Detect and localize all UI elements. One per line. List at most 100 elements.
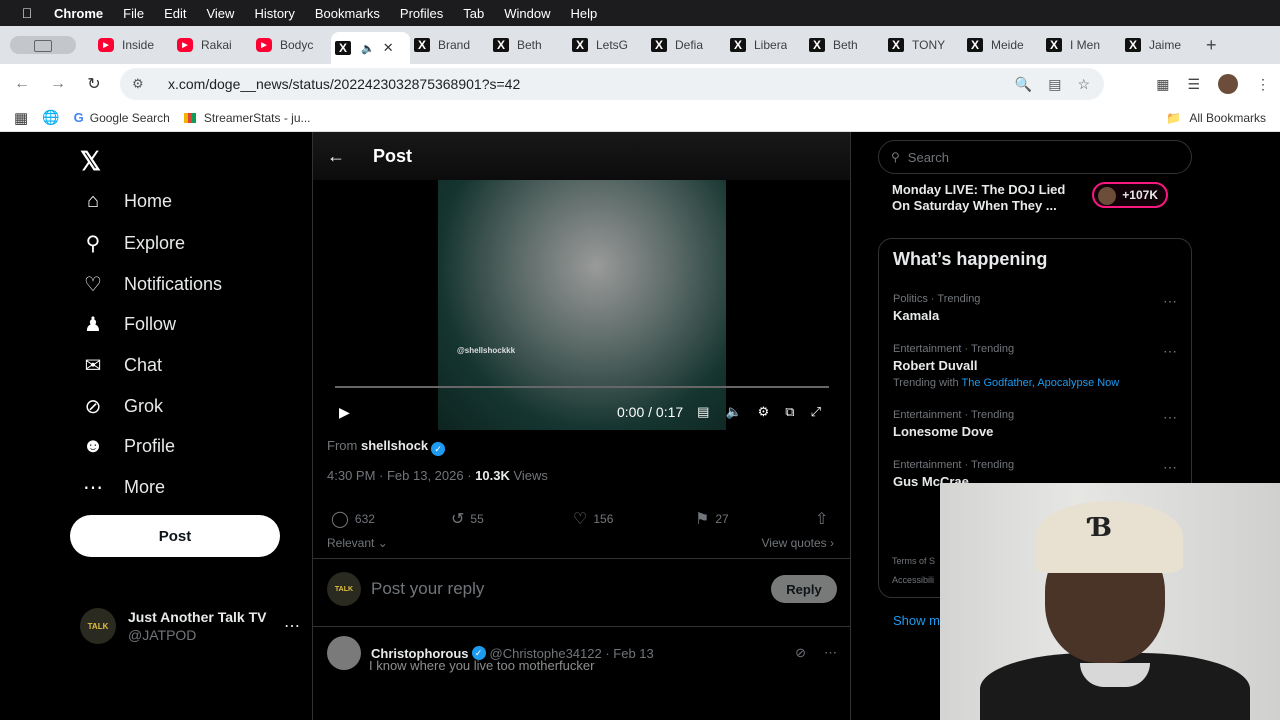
all-bookmarks[interactable]: 📁 All Bookmarks (1166, 111, 1266, 125)
chrome-menu-icon[interactable]: ⋮ (1256, 76, 1270, 93)
back-arrow-icon[interactable]: ← (4, 75, 40, 93)
show-more-link[interactable]: Show m (893, 613, 940, 628)
menu-edit[interactable]: Edit (164, 6, 186, 21)
like-action[interactable]: ♡ 156 (573, 509, 613, 529)
video-source: From shellshock ✓ (327, 438, 446, 456)
play-icon[interactable]: ▶ (339, 404, 350, 421)
bookmark-google-search[interactable]: G Google Search (74, 110, 170, 125)
fullscreen-icon[interactable]: ⤢ (811, 404, 821, 420)
reply-action[interactable]: ◯ 632 (331, 509, 375, 529)
bookmark-streamerstats[interactable]: StreamerStats - ju... (183, 111, 311, 125)
browser-tab[interactable]: X Defia (647, 30, 726, 60)
browser-tab[interactable]: X LetsG (568, 30, 647, 60)
browser-tab[interactable]: X Meide (963, 30, 1042, 60)
share-action[interactable]: ⇧ (815, 509, 828, 529)
tab-group-icon[interactable] (10, 36, 76, 54)
profile-avatar[interactable] (1218, 74, 1238, 94)
volume-icon[interactable]: 🔈 (725, 404, 741, 420)
new-tab-icon[interactable]: + (1206, 35, 1217, 56)
menu-profiles[interactable]: Profiles (400, 6, 443, 21)
menu-history[interactable]: History (254, 6, 294, 21)
nav-notifications[interactable]: ♡ Notifications (80, 272, 222, 297)
source-name[interactable]: shellshock (361, 438, 428, 453)
nav-grok[interactable]: ⊘ Grok (80, 394, 163, 419)
browser-tab[interactable]: X Brand (410, 30, 489, 60)
nav-explore[interactable]: ⚲ Explore (80, 231, 185, 256)
menu-bookmarks[interactable]: Bookmarks (315, 6, 380, 21)
more-options-icon[interactable]: ⋯ (1163, 409, 1177, 426)
browser-tab[interactable]: X Jaime (1121, 30, 1200, 60)
menu-window[interactable]: Window (504, 6, 550, 21)
trend-item[interactable]: Entertainment · Trending Robert Duvall T… (893, 343, 1183, 389)
nav-profile[interactable]: ☻ Profile (80, 435, 175, 458)
side-panel-icon[interactable]: ▦ (1156, 76, 1169, 93)
more-options-icon[interactable]: ⋯ (1163, 459, 1177, 476)
reply-input[interactable]: Post your reply (371, 579, 484, 599)
picture-in-picture-icon[interactable]: ⧉ (785, 404, 794, 420)
site-settings-icon[interactable]: ⚙ (132, 76, 156, 92)
nav-chat[interactable]: ✉ Chat (80, 353, 162, 378)
bookmark-action[interactable]: ⚑ 27 (695, 509, 729, 529)
captions-icon[interactable]: ▤ (697, 404, 709, 420)
browser-tab[interactable]: X I Men (1042, 30, 1121, 60)
live-listener-badge[interactable]: +107K (1092, 182, 1168, 208)
apps-grid-icon[interactable]: ▦ (14, 109, 28, 127)
install-app-icon[interactable]: ▤ (1048, 76, 1061, 93)
sort-dropdown[interactable]: Relevant ⌄ (327, 536, 388, 550)
search-input[interactable]: ⚲ Search (878, 140, 1192, 174)
nav-more[interactable]: ⋯ More (80, 475, 165, 500)
browser-tab[interactable]: ▶ Bodyc (252, 30, 331, 60)
tab-title: Beth (517, 38, 542, 52)
globe-icon[interactable]: 🌐 (42, 109, 59, 126)
browser-tab[interactable]: ▶ Inside (94, 30, 173, 60)
settings-gear-icon[interactable]: ⚙ (758, 404, 770, 420)
footer-terms[interactable]: Terms of S (892, 552, 935, 571)
browser-tab[interactable]: X Beth (805, 30, 884, 60)
video-progress-bar[interactable] (335, 386, 829, 388)
trend-item[interactable]: Entertainment · Trending Lonesome Dove ⋯ (893, 409, 1183, 439)
media-controls-icon[interactable]: ☰ (1187, 76, 1200, 93)
account-switcher[interactable]: TALK Just Another Talk TV @JATPOD ⋯ (80, 608, 300, 644)
post-timestamp[interactable]: 4:30 PM · Feb 13, 2026 · (327, 468, 472, 483)
menu-tab[interactable]: Tab (463, 6, 484, 21)
menu-view[interactable]: View (206, 6, 234, 21)
account-more-icon[interactable]: ⋯ (284, 616, 300, 636)
repost-count: 55 (470, 512, 484, 526)
nav-home[interactable]: ⌂ Home (80, 190, 172, 213)
browser-tab[interactable]: X Beth (489, 30, 568, 60)
trending-with-links[interactable]: The Godfather, Apocalypse Now (961, 377, 1119, 389)
nav-follow[interactable]: ♟ Follow (80, 312, 176, 337)
url-text[interactable]: x.com/doge__news/status/2022423032875368… (168, 76, 520, 92)
browser-tab[interactable]: X TONY (884, 30, 963, 60)
speaker-icon[interactable]: 🔈 (361, 42, 375, 55)
menu-app-name[interactable]: Chrome (54, 6, 103, 21)
close-tab-icon[interactable]: ✕ (383, 40, 394, 56)
trend-item[interactable]: Politics · Trending Kamala ⋯ (893, 293, 1183, 323)
back-arrow-icon[interactable]: ← (327, 146, 345, 167)
more-options-icon[interactable]: ⋯ (824, 645, 837, 661)
bookmark-star-icon[interactable]: ☆ (1077, 76, 1090, 93)
video-player[interactable]: @shellshockkk ▶ 0:00 / 0:17 ▤ 🔈 ⚙ ⧉ ⤢ (327, 178, 837, 430)
x-logo-icon[interactable]: 𝕏 (80, 146, 101, 177)
browser-tab-active[interactable]: X 🔈 ✕ (331, 32, 410, 64)
menu-help[interactable]: Help (571, 6, 598, 21)
live-space-card[interactable]: Monday LIVE: The DOJ Lied On Saturday Wh… (892, 182, 1182, 214)
more-options-icon[interactable]: ⋯ (1163, 343, 1177, 360)
forward-arrow-icon[interactable]: → (40, 75, 76, 93)
footer-accessibility[interactable]: Accessibili (892, 571, 935, 590)
host-avatar (1098, 187, 1116, 205)
reply-button[interactable]: Reply (771, 575, 837, 603)
reload-icon[interactable]: ↻ (76, 74, 112, 94)
post-button[interactable]: Post (70, 515, 280, 557)
commenter-avatar[interactable] (327, 636, 361, 670)
browser-tab[interactable]: ▶ Rakai (173, 30, 252, 60)
grok-icon[interactable]: ⊘ (795, 645, 806, 661)
zoom-icon[interactable]: 🔍 (1015, 76, 1032, 93)
browser-tab[interactable]: X Libera (726, 30, 805, 60)
repost-action[interactable]: ↺ 55 (451, 509, 484, 529)
apple-menu-icon[interactable]:  (0, 5, 54, 21)
view-quotes-link[interactable]: View quotes › (762, 536, 835, 550)
menu-file[interactable]: File (123, 6, 144, 21)
more-options-icon[interactable]: ⋯ (1163, 293, 1177, 310)
address-bar[interactable]: ⚙ x.com/doge__news/status/20224230328753… (120, 68, 1104, 100)
